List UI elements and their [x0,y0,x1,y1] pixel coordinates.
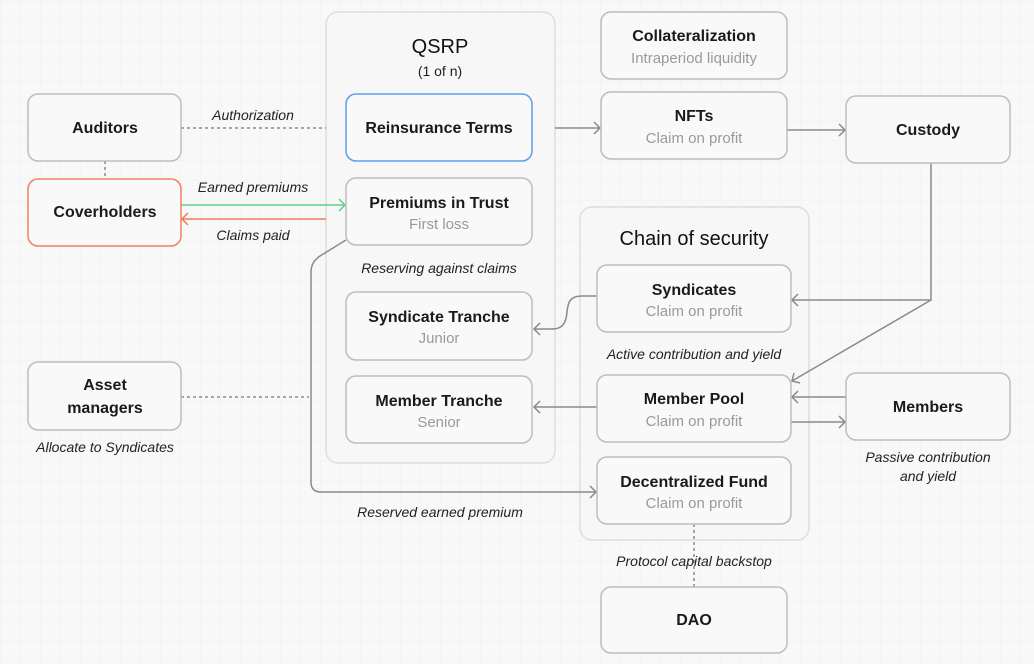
label-passive-line1: Passive contribution [865,449,991,465]
node-title: Reinsurance Terms [365,120,512,137]
label-reserving: Reserving against claims [361,260,517,276]
chain-title: Chain of security [620,228,769,250]
label-authorization: Authorization [211,107,294,123]
node-collateralization[interactable]: Collateralization Intraperiod liquidity [600,11,788,80]
node-member-pool[interactable]: Member Pool Claim on profit [596,374,792,443]
node-subtitle: Intraperiod liquidity [631,50,757,67]
node-title: Member Tranche [375,393,502,410]
node-coverholders[interactable]: Coverholders [27,178,182,247]
node-title: Syndicate Tranche [368,309,509,326]
node-reinsurance-terms[interactable]: Reinsurance Terms [345,93,533,162]
node-title: Coverholders [53,204,156,221]
node-subtitle: Junior [419,330,460,347]
node-title: Collateralization [632,28,756,45]
node-dao[interactable]: DAO [600,586,788,654]
node-title: Decentralized Fund [620,474,768,491]
node-subtitle: Claim on profit [646,130,744,147]
node-premiums-in-trust[interactable]: Premiums in Trust First loss [345,177,533,246]
label-protocol-backstop: Protocol capital backstop [616,553,772,569]
node-nfts[interactable]: NFTs Claim on profit [600,91,788,160]
node-members[interactable]: Members [845,372,1011,441]
label-reserved-earned-premium: Reserved earned premium [357,504,523,520]
label-active-contribution: Active contribution and yield [606,346,783,362]
diagram: QSRP (1 of n) Chain of security Collater… [0,0,1034,664]
node-title: Premiums in Trust [369,195,509,212]
node-custody[interactable]: Custody [845,95,1011,164]
node-title: NFTs [675,108,714,125]
node-title: DAO [676,612,712,629]
node-member-tranche[interactable]: Member Tranche Senior [345,375,533,444]
node-title: Member Pool [644,391,744,408]
label-passive-line2: and yield [900,468,957,484]
node-subtitle: Claim on profit [646,303,744,320]
node-asset-managers[interactable]: Asset managers [27,361,182,431]
node-title: Syndicates [652,282,737,299]
node-syndicate-tranche[interactable]: Syndicate Tranche Junior [345,291,533,361]
qsrp-subtitle: (1 of n) [418,63,462,79]
node-title-line2: managers [67,400,143,417]
node-title-line1: Asset [83,377,127,394]
node-subtitle: Claim on profit [646,413,744,430]
qsrp-title: QSRP [412,36,469,58]
label-claims-paid: Claims paid [216,227,290,243]
node-subtitle: Claim on profit [646,495,744,512]
label-allocate: Allocate to Syndicates [35,439,174,455]
node-syndicates[interactable]: Syndicates Claim on profit [596,264,792,333]
node-title: Auditors [72,120,138,137]
node-title: Members [893,399,963,416]
label-earned-premiums: Earned premiums [198,179,309,195]
node-auditors[interactable]: Auditors [27,93,182,162]
node-title: Custody [896,122,960,139]
node-decentralized-fund[interactable]: Decentralized Fund Claim on profit [596,456,792,525]
node-subtitle: First loss [409,216,469,233]
node-subtitle: Senior [417,414,460,431]
